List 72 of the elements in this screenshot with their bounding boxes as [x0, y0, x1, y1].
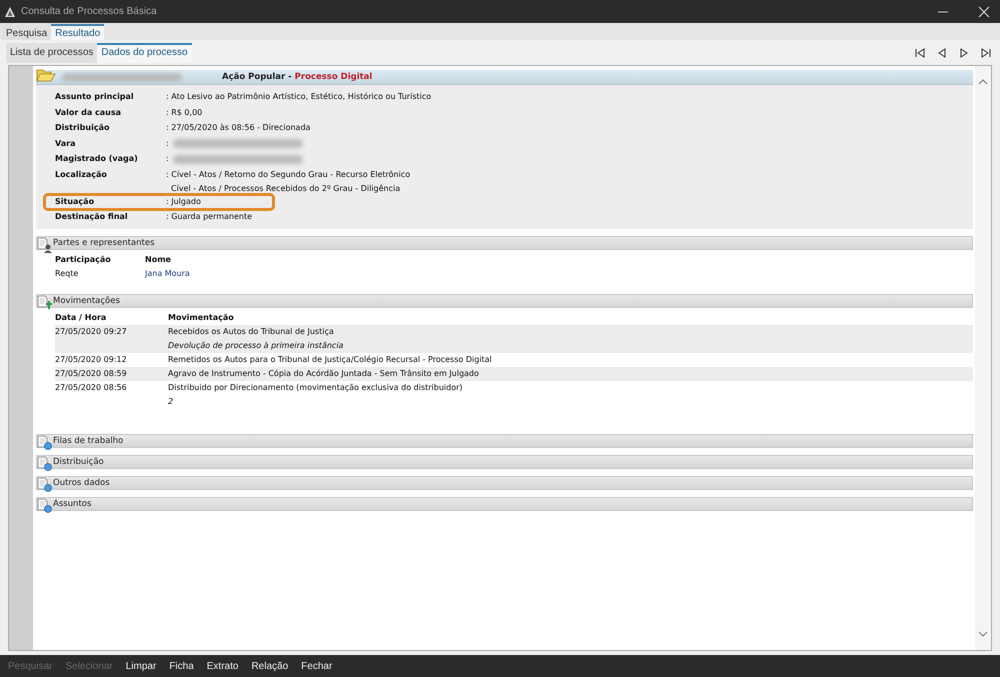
- section-header[interactable]: Partes e representantes: [36, 236, 973, 250]
- section-header[interactable]: Outros dados: [36, 476, 973, 490]
- table-cell-text: 27/05/2020 08:56: [55, 382, 128, 394]
- field-label: Distribuição: [55, 122, 110, 134]
- table-cell-text: Remetidos os Autos para o Tribunal de Justiça/Colégio Recursal - Processo Digital: [168, 354, 492, 366]
- field-value: : 27/05/2020 às 08:56 - Direcionada: [166, 122, 310, 134]
- document-icon: [37, 498, 53, 514]
- section-title: Movimentações: [53, 296, 120, 306]
- field-label: Localização: [55, 168, 108, 181]
- field-value: : Cível - Atos / Retorno do Segundo Grau - Recurso Eletrônico: [166, 168, 410, 181]
- party-name[interactable]: Jana Moura: [145, 266, 190, 281]
- table-cell-text: Reqte: [55, 268, 80, 280]
- process-title: Ação Popular - Processo Digital: [222, 72, 372, 82]
- field-value: Cível - Atos / Processos Recebidos do 2º Grau - Diligência: [171, 182, 400, 194]
- first-icon[interactable]: [914, 46, 926, 58]
- footer-button[interactable]: Fechar: [301, 660, 332, 672]
- field-label: Assunto principal: [55, 91, 135, 103]
- table-cell-text: Devolução de processo à primeira instância: [168, 340, 344, 352]
- people-document-icon: [37, 236, 53, 253]
- table-cell-text: 27/05/2020 09:27: [55, 326, 128, 338]
- window-title: Consulta de Processos Básica: [21, 6, 157, 17]
- document-icon: [37, 434, 53, 451]
- field-value: :: [166, 153, 169, 166]
- table-cell-text: Distribuido por Direcionamento (movimentação exclusiva do distribuidor): [168, 382, 463, 394]
- app-icon: [4, 6, 16, 18]
- section-title: Outros dados: [53, 478, 110, 488]
- section-header[interactable]: Assuntos: [36, 496, 973, 511]
- footer-button[interactable]: Extrato: [206, 660, 238, 672]
- field-value: : Guarda permanente: [166, 211, 252, 224]
- table-cell-text: 27/05/2020 08:59: [55, 368, 128, 380]
- field-value: : R$ 0,00: [166, 106, 202, 119]
- previous-icon[interactable]: [936, 46, 948, 58]
- section-title: Partes e representantes: [53, 238, 155, 248]
- section-title: Filas de trabalho: [53, 436, 124, 446]
- section-title: Distribuição: [53, 456, 104, 467]
- field-value: : Julgado: [166, 196, 201, 208]
- folder-icon: [36, 68, 56, 82]
- field-label: Vara: [55, 138, 76, 150]
- table-cell-text: 27/05/2020 09:12: [55, 354, 128, 366]
- tab[interactable]: Lista de processos: [6, 42, 98, 62]
- last-icon[interactable]: [980, 46, 992, 58]
- tab[interactable]: Pesquisa: [2, 24, 52, 40]
- section-header[interactable]: Distribuição: [36, 454, 973, 469]
- column-header: Data / Hora: [55, 312, 108, 324]
- field-label: Destinação final: [55, 211, 129, 224]
- tab[interactable]: Resultado: [51, 24, 104, 40]
- table-cell-text: 2: [168, 396, 174, 408]
- section-title: Assuntos: [53, 498, 92, 509]
- tab[interactable]: Dados do processo: [97, 42, 192, 62]
- document-icon: [37, 456, 53, 472]
- footer-button[interactable]: Limpar: [126, 660, 156, 672]
- field-value: : Ato Lesivo ao Patrimônio Artístico, Estético, Histórico ou Turístico: [166, 91, 432, 103]
- field-label: Magistrado (vaga): [55, 153, 139, 166]
- table-cell-text: Recebidos os Autos do Tribunal de Justiça: [168, 326, 335, 338]
- scroll-down-icon[interactable]: [978, 630, 988, 638]
- next-icon[interactable]: [958, 46, 970, 58]
- table-cell-text: Agravo de Instrumento - Cópia do Acórdão Juntada - Sem Trânsito em Julgado: [168, 368, 479, 380]
- scroll-up-icon[interactable]: [978, 78, 988, 86]
- section-header[interactable]: Movimentações: [36, 294, 973, 308]
- field-label: Valor da causa: [55, 106, 122, 119]
- column-header: Participação: [55, 254, 112, 266]
- scrollbar[interactable]: [975, 66, 991, 650]
- column-header: Movimentação: [168, 312, 234, 324]
- footer-button[interactable]: Relação: [251, 660, 288, 672]
- field-label: Situação: [55, 196, 96, 208]
- field-value: :: [166, 138, 169, 150]
- section-header[interactable]: Filas de trabalho: [36, 434, 973, 448]
- plus-document-icon: [37, 294, 53, 311]
- close-icon[interactable]: [978, 6, 990, 18]
- document-icon: [37, 476, 53, 493]
- column-header: Nome: [145, 254, 171, 266]
- footer-button[interactable]: Ficha: [169, 660, 194, 672]
